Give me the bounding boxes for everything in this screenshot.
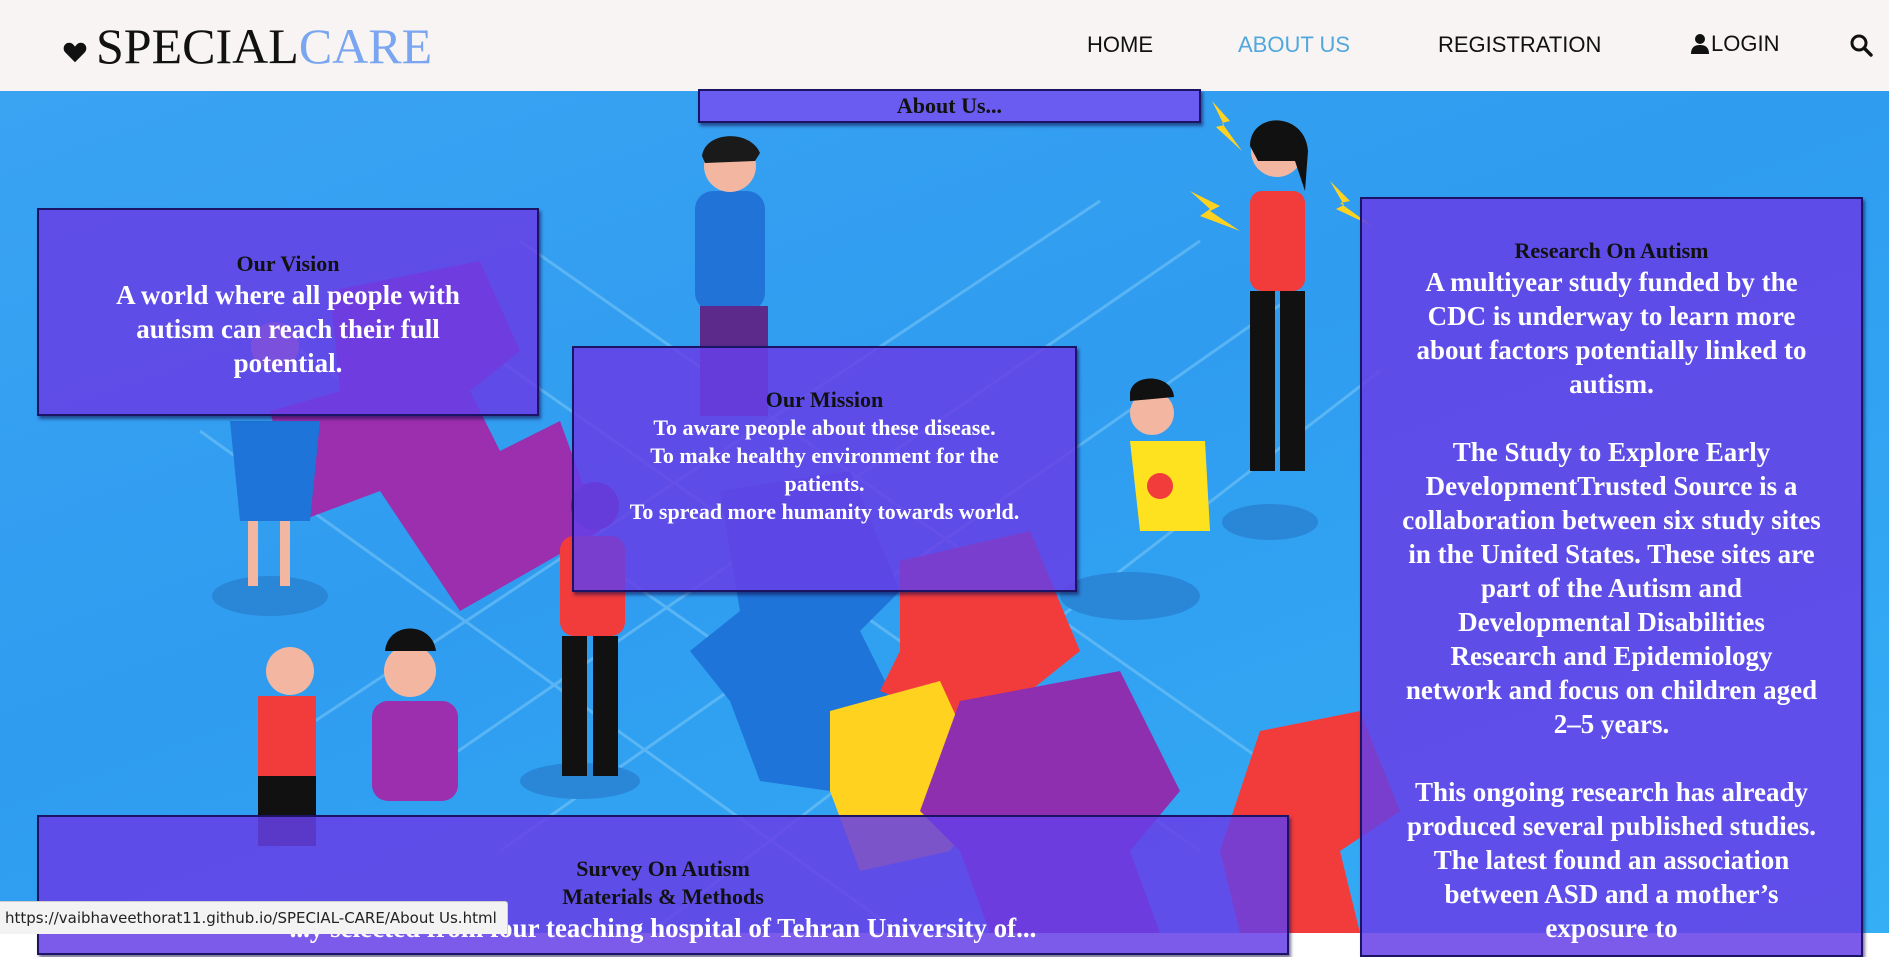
mission-panel: Our Mission To aware people about these … xyxy=(572,346,1077,592)
brand-name-care: CARE xyxy=(298,18,433,74)
nav-home-link[interactable]: HOME xyxy=(1087,32,1153,58)
mission-title: Our Mission xyxy=(765,387,884,412)
vision-panel: Our Vision A world where all people with… xyxy=(37,208,539,416)
research-paragraph: The Study to Explore Early DevelopmentTr… xyxy=(1402,437,1821,739)
brand-name-special: SPECIAL xyxy=(96,18,299,74)
user-icon xyxy=(1691,34,1709,54)
brand-logo-link[interactable]: SPECIAL CARE xyxy=(62,18,432,74)
mission-line: To spread more humanity towards world. xyxy=(629,499,1020,524)
research-paragraph: A multiyear study funded by the CDC is u… xyxy=(1416,267,1807,399)
nav-login-label: LOGIN xyxy=(1711,31,1780,56)
nav-about-us-link[interactable]: ABOUT US xyxy=(1238,32,1350,58)
survey-title: Survey On Autism xyxy=(576,856,750,881)
vision-text: A world where all people with autism can… xyxy=(116,280,460,378)
research-title: Research On Autism xyxy=(1514,238,1709,263)
nav-login-link[interactable]: LOGIN xyxy=(1690,31,1779,57)
research-panel: Research On Autism A multiyear study fun… xyxy=(1360,197,1863,957)
top-navbar: SPECIAL CARE HOME ABOUT US REGISTRATION L… xyxy=(0,0,1889,91)
vision-title: Our Vision xyxy=(236,251,340,276)
about-us-heading: About Us... xyxy=(698,89,1201,123)
mission-line: To aware people about these disease. xyxy=(653,415,996,440)
mission-line: To make healthy environment for the pati… xyxy=(650,443,999,496)
nav-registration-link[interactable]: REGISTRATION xyxy=(1438,32,1601,58)
search-icon[interactable] xyxy=(1849,33,1873,57)
survey-panel: Survey On Autism Materials & Methods ...… xyxy=(37,815,1289,955)
browser-status-bar-url: https://vaibhaveethorat11.github.io/SPEC… xyxy=(0,901,508,934)
research-paragraph: This ongoing research has already produc… xyxy=(1406,777,1817,943)
heart-icon xyxy=(63,42,87,63)
